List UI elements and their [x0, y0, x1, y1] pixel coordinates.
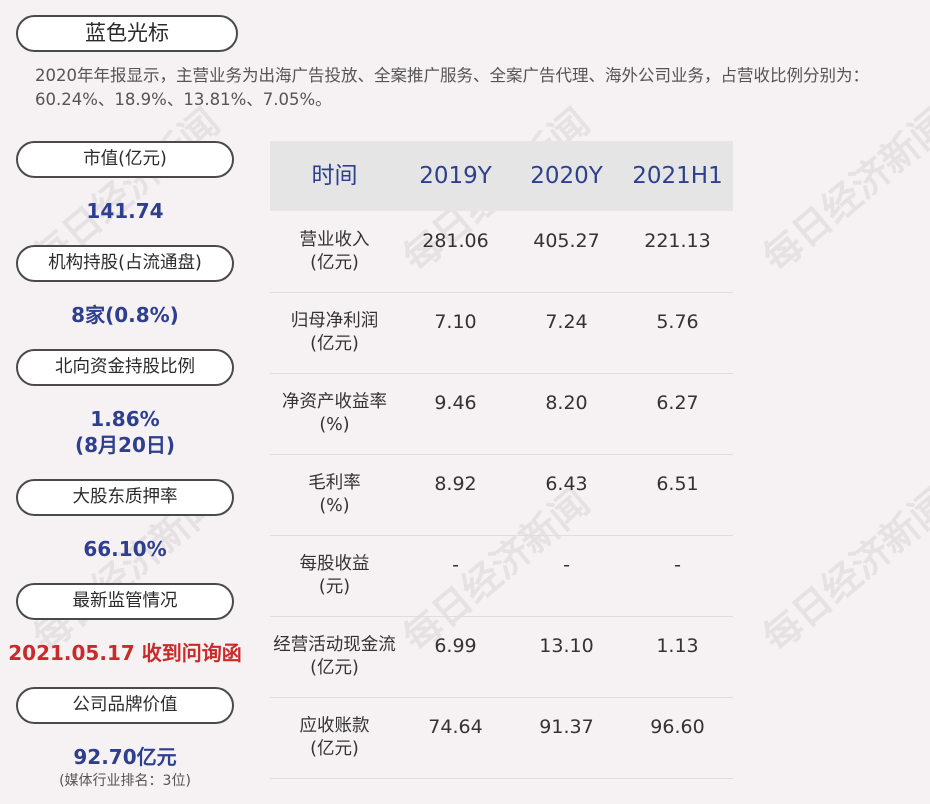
- pledge-label: 大股东质押率: [16, 479, 234, 516]
- header-2019: 2019Y: [419, 163, 492, 189]
- table-cell: 9.46: [434, 392, 477, 414]
- regulation-label: 最新监管情况: [16, 583, 234, 620]
- table-cell: 6.43: [545, 473, 588, 495]
- table-cell: -: [674, 554, 681, 576]
- table-cell: 405.27: [533, 230, 600, 252]
- table-cell: 74.64: [428, 716, 483, 738]
- table-cell: 6.27: [656, 392, 699, 414]
- table-cell: 8.20: [545, 392, 588, 414]
- row-label: 应收账款 (亿元): [299, 716, 370, 759]
- table-cell: 91.37: [539, 716, 594, 738]
- header-time: 时间: [311, 163, 358, 189]
- table-cell: 281.06: [422, 230, 489, 252]
- institutions-value: 8家(0.8%): [71, 303, 179, 327]
- brand-value: 92.70亿元: [73, 745, 177, 769]
- table-row: 每股收益 (元) - - -: [270, 535, 733, 617]
- table-cell: 5.76: [656, 311, 699, 333]
- table-row: 净资产收益率 (%) 9.46 8.20 6.27: [270, 373, 733, 455]
- table-cell: 7.24: [545, 311, 588, 333]
- row-label: 归母净利润 (亿元): [290, 311, 379, 354]
- brand-label: 公司品牌价值: [16, 687, 234, 724]
- table-cell: -: [452, 554, 459, 576]
- table-row: 营业收入 (亿元) 281.06 405.27 221.13: [270, 211, 733, 293]
- header-2020: 2020Y: [530, 163, 603, 189]
- table-cell: 221.13: [644, 230, 711, 252]
- table-cell: 96.60: [650, 716, 705, 738]
- row-label: 营业收入 (亿元): [299, 230, 370, 273]
- table-row: 毛利率 (%) 8.92 6.43 6.51: [270, 454, 733, 536]
- table-row: 归母净利润 (亿元) 7.10 7.24 5.76: [270, 292, 733, 374]
- table-cell: 6.51: [656, 473, 699, 495]
- table-row: 应收账款 (亿元) 74.64 91.37 96.60: [270, 697, 733, 779]
- header-2021h1: 2021H1: [632, 163, 723, 189]
- table-cell: 13.10: [539, 635, 594, 657]
- row-label: 净资产收益率 (%): [282, 392, 387, 435]
- row-label: 经营活动现金流 (亿元): [273, 635, 396, 678]
- pledge-value: 66.10%: [83, 537, 167, 561]
- market-cap-label: 市值(亿元): [16, 141, 234, 178]
- table-cell: 6.99: [434, 635, 477, 657]
- row-label: 毛利率 (%): [308, 473, 361, 516]
- table-cell: 7.10: [434, 311, 477, 333]
- northbound-date: (8月20日): [74, 433, 176, 457]
- regulation-value: 2021.05.17 收到问询函: [8, 641, 242, 665]
- business-summary: 2020年年报显示，主营业务为出海广告投放、全案推广服务、全案广告代理、海外公司…: [35, 66, 869, 109]
- table-header: 时间 2019Y 2020Y 2021H1: [270, 141, 733, 211]
- watermark: 每日经济新闻: [754, 480, 930, 661]
- watermark: 每日经济新闻: [754, 100, 930, 281]
- table-cell: 1.13: [656, 635, 699, 657]
- market-cap-value: 141.74: [86, 199, 164, 223]
- row-label: 每股收益 (元): [299, 554, 370, 597]
- institutions-label: 机构持股(占流通盘): [16, 245, 234, 282]
- table-cell: 8.92: [434, 473, 477, 495]
- northbound-value: 1.86%: [90, 407, 160, 431]
- company-title: 蓝色光标: [16, 15, 238, 52]
- table-row: 经营活动现金流 (亿元) 6.99 13.10 1.13: [270, 616, 733, 698]
- northbound-label: 北向资金持股比例: [16, 349, 234, 386]
- table-cell: -: [563, 554, 570, 576]
- brand-rank-note: (媒体行业排名：3位): [59, 773, 191, 789]
